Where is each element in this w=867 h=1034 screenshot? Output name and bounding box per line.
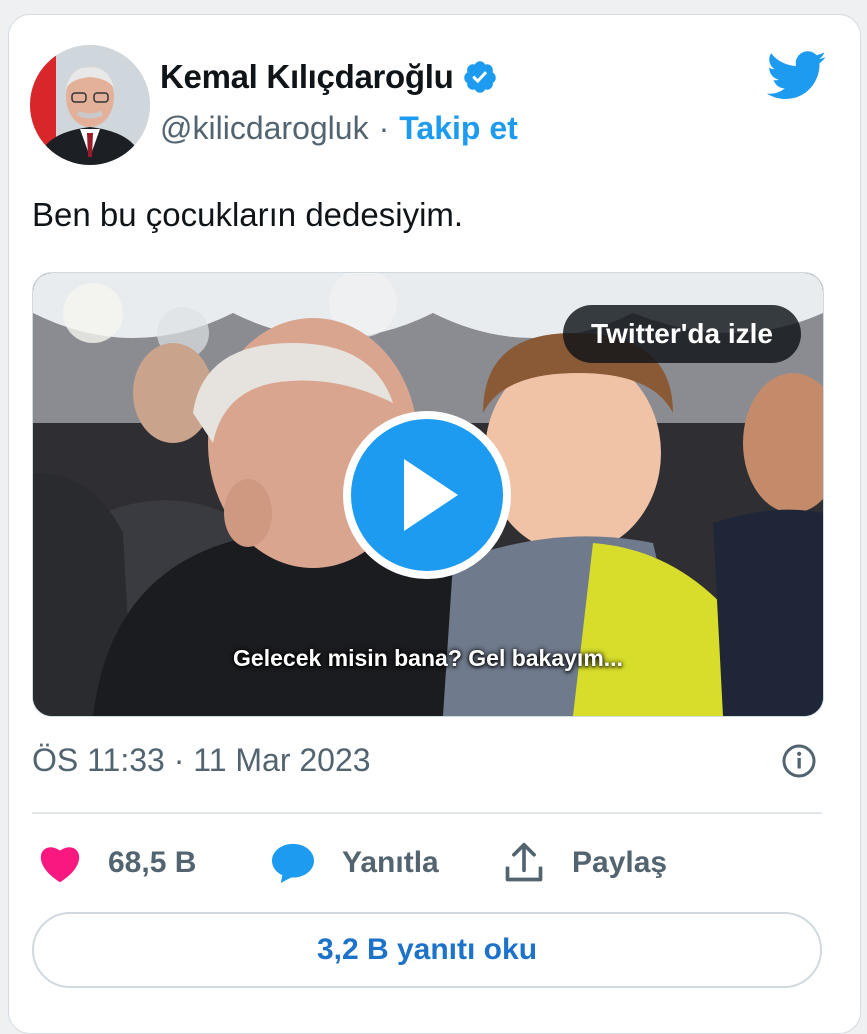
divider bbox=[32, 812, 822, 814]
heart-icon bbox=[40, 847, 80, 883]
video-caption: Gelecek misin bana? Gel bakayım... bbox=[233, 645, 623, 671]
like-count: 68,5 B bbox=[108, 846, 197, 879]
action-bar: 68,5 B Yanıtla Paylaş bbox=[32, 838, 822, 888]
like-button[interactable]: 68,5 B bbox=[38, 838, 196, 888]
author-name-row: Kemal Kılıçdaroğlu bbox=[160, 58, 498, 96]
separator-dot: · bbox=[378, 110, 390, 146]
author-handle[interactable]: @kilicdarogluk bbox=[160, 110, 369, 147]
verified-badge-icon bbox=[463, 61, 496, 93]
share-button[interactable]: Paylaş bbox=[502, 838, 667, 888]
play-icon bbox=[404, 459, 458, 531]
author-name[interactable]: Kemal Kılıçdaroğlu bbox=[160, 58, 454, 96]
share-label: Paylaş bbox=[572, 846, 668, 879]
share-icon bbox=[505, 842, 543, 882]
tweet-timestamp[interactable]: ÖS 11:33 · 11 Mar 2023 bbox=[32, 742, 371, 779]
handle-row: @kilicdarogluk · Takip et bbox=[160, 110, 518, 147]
twitter-bird-icon[interactable] bbox=[767, 50, 827, 102]
follow-button[interactable]: Takip et bbox=[399, 110, 518, 147]
avatar[interactable] bbox=[30, 45, 150, 165]
play-button[interactable] bbox=[343, 411, 511, 579]
video-media[interactable]: Twitter'da izle Gelecek misin bana? Gel … bbox=[32, 272, 824, 717]
reply-bubble-icon bbox=[272, 843, 314, 884]
tweet-text: Ben bu çocukların dedesiyim. bbox=[32, 196, 464, 233]
reply-label: Yanıtla bbox=[342, 846, 439, 879]
reply-button[interactable]: Yanıtla bbox=[270, 838, 439, 888]
watch-on-twitter-button[interactable]: Twitter'da izle bbox=[563, 305, 801, 363]
info-icon[interactable] bbox=[781, 743, 817, 779]
read-replies-button[interactable]: 3,2 B yanıtı oku bbox=[32, 912, 822, 988]
